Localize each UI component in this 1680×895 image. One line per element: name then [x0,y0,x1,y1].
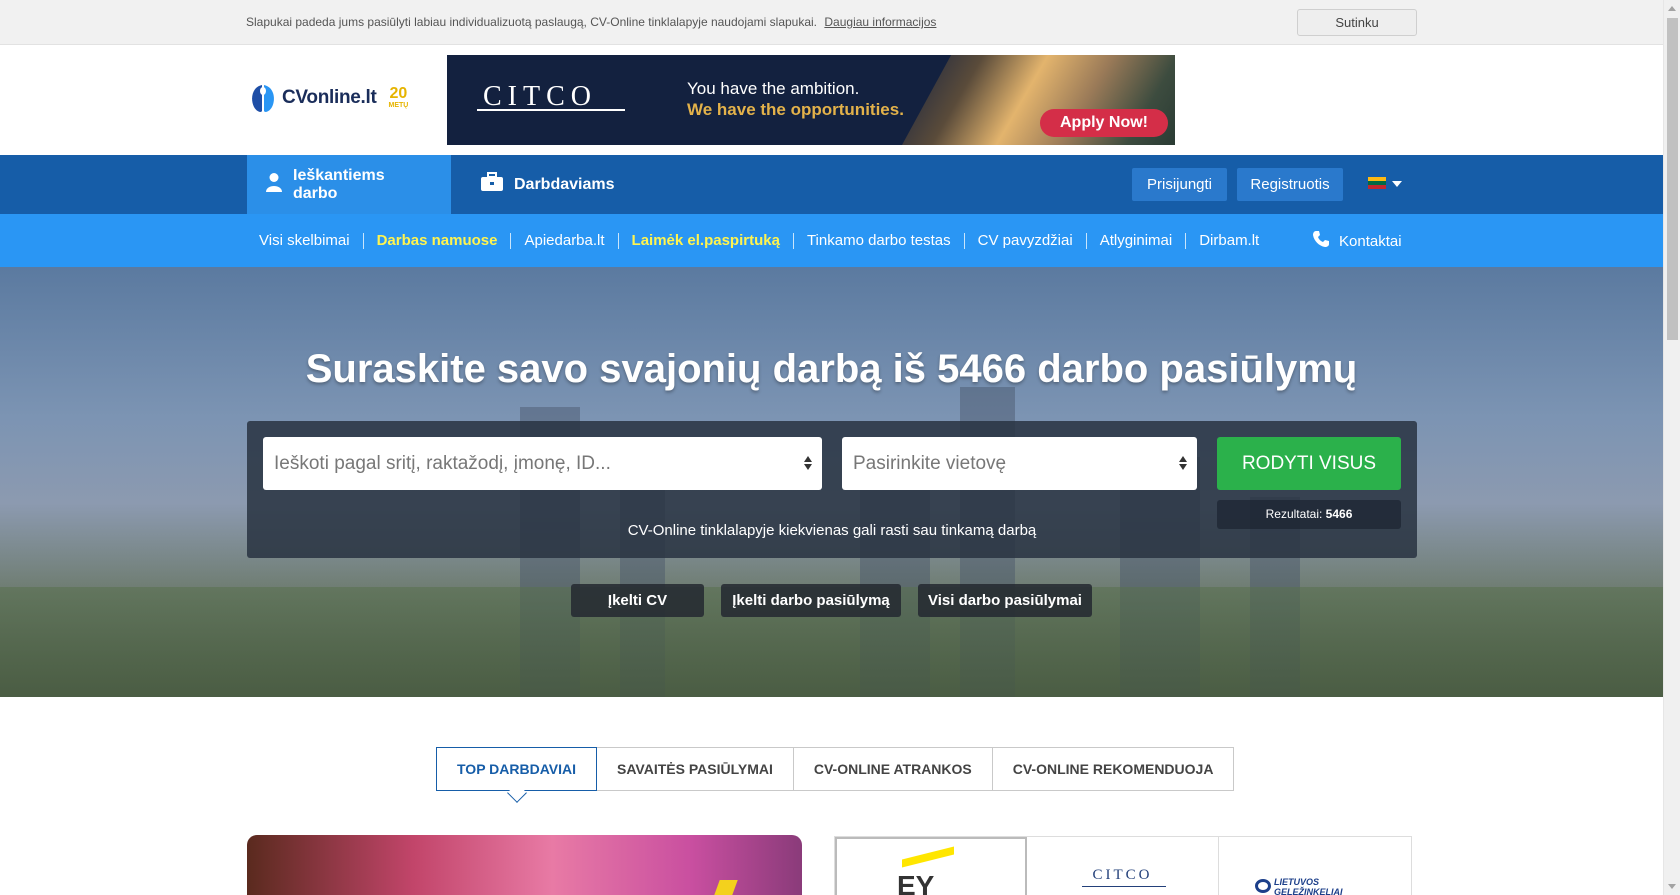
cookie-text: Slapukai padeda jums pasiūlyti labiau in… [246,15,818,29]
search-panel: Ieškoti pagal sritį, raktažodį, įmonę, I… [247,421,1417,558]
cookie-bar: Slapukai padeda jums pasiūlyti labiau in… [0,0,1663,45]
scroll-up-icon[interactable] [1668,6,1676,11]
tab-cv-online-recommends[interactable]: CV-ONLINE REKOMENDUOJA [993,748,1234,790]
cookie-text-wrap: Slapukai padeda jums pasiūlyti labiau in… [246,15,936,29]
promo-accent [714,880,738,895]
tab-jobseekers-label: Ieškantiems darbo [293,166,385,202]
location-placeholder: Pasirinkite vietovę [853,453,1007,474]
page-scrollbar[interactable] [1663,0,1680,895]
hero-title: Suraskite savo svajonių darbą iš 5466 da… [305,347,1358,391]
employer-logo-ey[interactable]: EY [835,837,1028,895]
results-label: Rezultatai: [1265,507,1323,521]
ey-logo-bar [902,846,954,868]
main-nav: Ieškantiems darbo Darbdaviams Prisijungt… [0,155,1663,214]
tab-weekly-offers[interactable]: SAVAITĖS PASIŪLYMAI [597,748,794,790]
keyword-search-select[interactable]: Ieškoti pagal sritį, raktažodį, įmonę, I… [263,437,822,490]
hero-section: Suraskite savo svajonių darbą iš 5466 da… [0,267,1663,697]
subnav-item-apiedarba[interactable]: Apiedarba.lt [511,232,619,249]
keyword-placeholder: Ieškoti pagal sritį, raktažodį, įmonę, I… [274,453,611,474]
upload-job-offer-button[interactable]: Įkelti darbo pasiūlymą [721,584,901,617]
logo-name: CVonline.lt [282,87,377,108]
login-button[interactable]: Prisijungti [1132,168,1227,201]
lg-logo-icon [1255,879,1272,893]
lithuania-flag-icon[interactable] [1368,177,1386,189]
tab-top-employers[interactable]: TOP DARBDAVIAI [436,747,598,803]
anniversary-badge: 20 METŲ [389,86,409,110]
contacts-link[interactable]: Kontaktai [1312,230,1402,252]
cvonline-logo-icon [248,81,278,115]
sub-nav: Visi skelbimai Darbas namuose Apiedarba.… [0,214,1663,267]
active-tab-pointer [507,783,527,803]
promo-image[interactable] [247,835,802,895]
anniversary-text: METŲ [388,102,409,109]
results-number: 5466 [1325,507,1353,521]
employer-logos: EY CITCO LIETUVOS GELEŽINKELIAI [834,836,1412,895]
anniversary-number: 20 [389,85,408,102]
phone-icon [1312,230,1330,252]
subnav-item-win-scooter[interactable]: Laimėk el.paspirtuką [619,232,794,249]
citco-logo-text: CITCO [1092,867,1153,883]
subnav-item-cv-examples[interactable]: CV pavyzdžiai [965,232,1087,249]
lg-logo-text: LIETUVOS GELEŽINKELIAI [1274,877,1343,895]
scrollbar-thumb[interactable] [1667,18,1678,340]
all-job-offers-button[interactable]: Visi darbo pasiūlymai [918,584,1092,617]
content-tabs: TOP DARBDAVIAI SAVAITĖS PASIŪLYMAI CV-ON… [436,747,1235,803]
lg-logo-line-2: GELEŽINKELIAI [1274,887,1343,895]
subnav-item-job-test[interactable]: Tinkamo darbo testas [794,232,965,249]
upload-cv-button[interactable]: Įkelti CV [571,584,704,617]
sub-nav-items: Visi skelbimai Darbas namuose Apiedarba.… [246,214,1272,267]
site-logo[interactable]: CVonline.lt 20 METŲ [248,80,408,116]
employer-logo-lg[interactable]: LIETUVOS GELEŽINKELIAI [1219,837,1411,895]
language-caret-icon[interactable] [1392,181,1402,187]
scroll-down-icon[interactable] [1668,884,1676,889]
subnav-item-work-from-home[interactable]: Darbas namuose [364,232,512,249]
banner-apply-button[interactable]: Apply Now! [1040,109,1168,137]
tab-employers[interactable]: Darbdaviams [462,155,633,214]
banner-brand-underline [477,109,625,111]
contacts-label: Kontaktai [1339,232,1402,250]
citco-logo-underline [1082,886,1167,887]
register-button[interactable]: Registruotis [1237,168,1343,201]
cookie-more-link[interactable]: Daugiau informacijos [824,15,936,29]
ey-logo-text: EY [897,870,935,895]
subnav-item-salaries[interactable]: Atlyginimai [1087,232,1187,249]
briefcase-icon [480,172,504,197]
citco-banner-ad[interactable]: CITCO You have the ambition. We have the… [447,55,1175,145]
lg-logo-line-1: LIETUVOS [1274,877,1320,887]
subnav-item-all-ads[interactable]: Visi skelbimai [246,232,364,249]
select-arrows-icon [1179,456,1187,472]
banner-line-1: You have the ambition. [687,79,860,98]
show-all-button[interactable]: RODYTI VISUS [1217,437,1401,490]
cookie-accept-button[interactable]: Sutinku [1297,9,1417,36]
banner-line-2: We have the opportunities. [687,100,904,119]
select-arrows-icon [804,456,812,472]
location-select[interactable]: Pasirinkite vietovę [842,437,1197,490]
user-icon [265,172,283,197]
search-tagline: CV-Online tinklalapyje kiekvienas gali r… [627,522,1037,539]
tab-jobseekers[interactable]: Ieškantiems darbo [247,155,451,214]
tab-top-employers-label: TOP DARBDAVIAI [457,761,577,777]
employer-logo-citco[interactable]: CITCO [1027,837,1220,895]
tab-employers-label: Darbdaviams [514,175,615,193]
subnav-item-dirbam[interactable]: Dirbam.lt [1186,232,1272,249]
tab-cv-online-selections[interactable]: CV-ONLINE ATRANKOS [794,748,993,790]
